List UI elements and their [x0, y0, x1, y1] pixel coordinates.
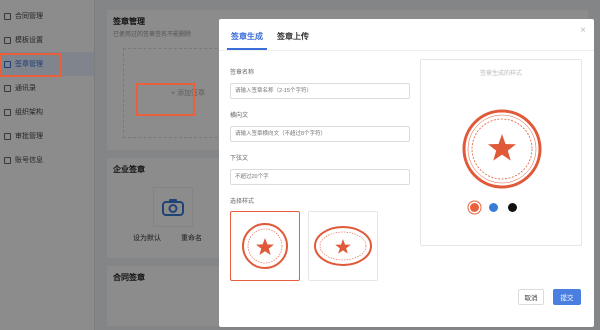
tab-upload[interactable]: 签章上传: [273, 29, 313, 50]
highlight-sidebar-seal: [0, 53, 62, 77]
color-red-option[interactable]: [470, 203, 479, 212]
style-select-label: 选择样式: [230, 199, 255, 205]
horizontal-text-label: 横向文: [230, 113, 249, 119]
lower-text-input[interactable]: [230, 169, 410, 185]
lower-text-label: 下弦文: [230, 156, 249, 162]
style-round-option[interactable]: [230, 211, 300, 281]
seal-preview-graphic: [462, 109, 542, 189]
cancel-button[interactable]: 取消: [518, 289, 544, 305]
color-picker: [470, 203, 527, 212]
highlight-add-seal: [136, 83, 195, 116]
color-black-option[interactable]: [508, 203, 517, 212]
style-oval-option[interactable]: [308, 211, 378, 281]
preview-label: 签章生成的样式: [479, 71, 522, 77]
seal-dialog: × 签章生成 签章上传 签章名称 横向文 下弦文 选择样式: [219, 19, 594, 327]
submit-button[interactable]: 提交: [553, 289, 581, 305]
style-options: [230, 211, 410, 281]
seal-form: 签章名称 横向文 下弦文 选择样式: [230, 63, 410, 281]
dialog-tabs: 签章生成 签章上传: [227, 29, 319, 50]
horizontal-text-input[interactable]: [230, 126, 410, 142]
tabs-divider: [219, 50, 594, 51]
oval-seal-icon: [314, 226, 372, 266]
round-seal-icon: [242, 223, 288, 269]
seal-name-input[interactable]: [230, 83, 410, 99]
seal-name-label: 签章名称: [230, 70, 255, 76]
close-icon[interactable]: ×: [580, 25, 586, 36]
color-blue-option[interactable]: [489, 203, 498, 212]
tab-generate[interactable]: 签章生成: [227, 29, 267, 50]
seal-preview: [461, 108, 543, 192]
seal-preview-panel: 签章生成的样式: [420, 59, 582, 246]
